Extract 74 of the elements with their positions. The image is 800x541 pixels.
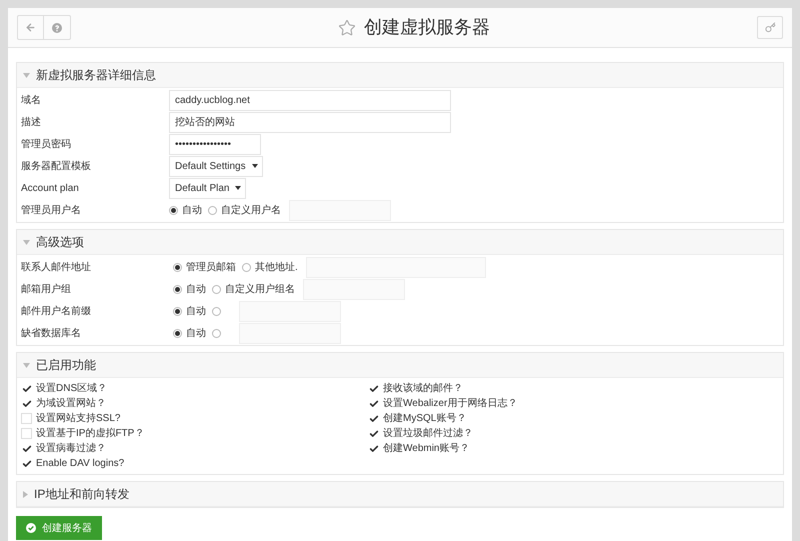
field-label: 邮件用户名前缀 [21, 304, 92, 318]
checkbox-label: Enable DAV logins? [36, 457, 124, 471]
checkbox[interactable] [21, 413, 32, 424]
text-field[interactable]: caddy.ucblog.net [169, 90, 451, 110]
field-label: 联系人邮件地址 [21, 260, 92, 274]
checkbox-label: 设置垃圾邮件过滤？ [383, 426, 473, 441]
checkbox-label: 设置基于IP的虚拟FTP？ [36, 426, 144, 441]
section-header[interactable]: IP地址和前向转发 [17, 482, 783, 507]
radio-button[interactable] [242, 262, 251, 272]
caret-down-icon [252, 164, 258, 168]
checkbox-checked[interactable] [21, 383, 32, 394]
checkbox-label: 创建Webmin账号？ [383, 442, 470, 456]
caret-right-icon [23, 490, 28, 498]
section-header[interactable]: 高级选项 [17, 230, 783, 255]
field-label: 管理员用户名 [21, 204, 82, 218]
radio-button[interactable] [173, 262, 182, 272]
dropdown[interactable]: Default Plan [169, 178, 246, 198]
radio-label: 自动 [186, 326, 206, 340]
radio-button[interactable] [212, 284, 221, 294]
caret-down-icon [235, 186, 242, 190]
checkbox-checked[interactable] [21, 458, 32, 469]
radio-button[interactable] [208, 206, 217, 214]
section-header[interactable]: 已启用功能 [17, 353, 783, 378]
radio-button[interactable] [169, 206, 178, 214]
checkbox-checked[interactable] [21, 398, 32, 409]
checkbox-label: 设置DNS区域？ [36, 382, 108, 396]
checkbox[interactable] [21, 428, 32, 439]
field-label: 邮箱用户组 [21, 282, 72, 296]
field-label: 域名 [21, 94, 42, 108]
help-icon [52, 22, 62, 32]
back-icon [25, 22, 36, 33]
field-label: 缺省数据库名 [21, 326, 82, 340]
caret-down-icon [23, 72, 30, 78]
radio-label: 自定义用户名 [221, 204, 281, 218]
field-label: 描述 [21, 116, 42, 130]
section-header[interactable]: 新虚拟服务器详细信息 [17, 63, 783, 88]
caret-down-icon [23, 240, 30, 244]
radio-button[interactable] [212, 306, 221, 316]
password-field[interactable]: •••••••••••••••• [169, 134, 261, 154]
checkbox-label: 接收该域的邮件？ [383, 382, 463, 396]
checkbox-checked[interactable] [368, 428, 379, 439]
radio-label: 自动 [186, 282, 206, 296]
checkbox-checked[interactable] [368, 398, 379, 409]
check-circle-icon [26, 523, 36, 533]
radio-label: 自定义用户组名 [225, 282, 295, 296]
checkbox-label: 为域设置网站？ [36, 396, 106, 411]
radio-label: 其他地址. [255, 260, 298, 274]
dropdown[interactable]: Default Settings [169, 156, 263, 176]
text-field[interactable]: 挖站否的网站 [169, 112, 451, 132]
checkbox-checked[interactable] [368, 383, 379, 394]
star-icon[interactable] [338, 18, 356, 36]
checkbox-checked[interactable] [21, 443, 32, 454]
radio-button[interactable] [212, 328, 221, 338]
radio-button[interactable] [173, 306, 182, 316]
radio-label: 自动 [182, 204, 202, 218]
field-label: Account plan [21, 182, 80, 196]
checkbox-label: 创建MySQL账号？ [383, 412, 466, 426]
radio-button[interactable] [173, 284, 182, 294]
caret-down-icon [23, 362, 30, 368]
checkbox-label: 设置Webalizer用于网络日志？ [383, 396, 518, 411]
key-icon [764, 22, 776, 33]
key-button[interactable] [757, 16, 783, 39]
checkbox-label: 设置病毒过滤？ [36, 442, 106, 456]
page-title: 创建虚拟服务器 [364, 16, 490, 39]
checkbox-checked[interactable] [368, 413, 379, 424]
text-field[interactable] [239, 322, 341, 344]
checkbox-label: 设置网站支持SSL? [36, 412, 120, 426]
field-label: 管理员密码 [21, 138, 72, 152]
checkbox-checked[interactable] [368, 443, 379, 454]
radio-button[interactable] [173, 328, 182, 338]
radio-label: 管理员邮箱 [186, 260, 236, 274]
radio-label: 自动 [186, 304, 206, 318]
text-field[interactable] [289, 200, 391, 220]
field-label: 服务器配置模板 [21, 160, 92, 174]
